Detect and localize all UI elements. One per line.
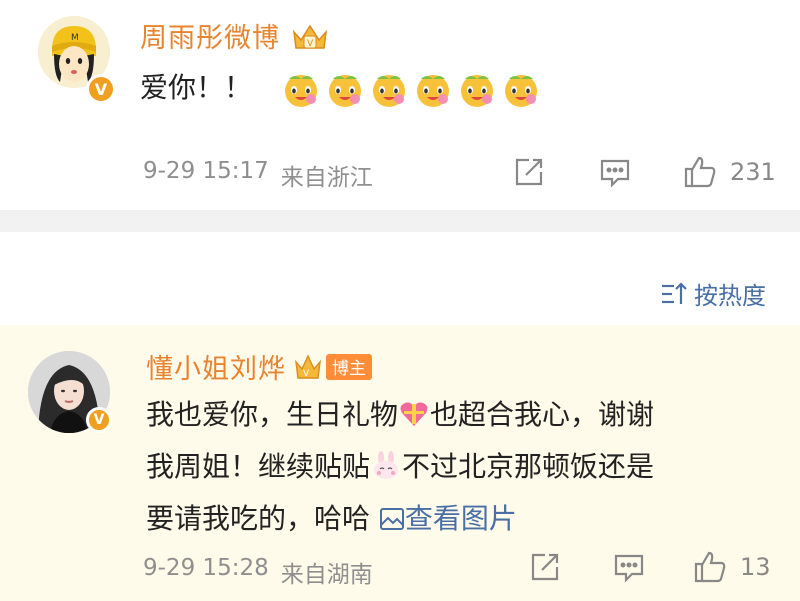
post-actions: 231	[512, 154, 776, 190]
svg-text:V: V	[303, 369, 310, 379]
reply-text-block: 我也爱你，生日礼物 也超合我心，谢谢 我周姐！继续贴贴 不过北京那顿饭还是 要请我吃…	[146, 389, 654, 545]
reply-text-segment: 也超合我心，谢谢	[430, 398, 655, 431]
post-avatar[interactable]: M V	[38, 16, 116, 104]
flower-face-emoji-icon	[416, 75, 449, 107]
reply-text-segment: 要请我吃的，哈哈	[146, 502, 371, 535]
post-like-count: 231	[730, 158, 776, 186]
flower-face-emoji-icon	[504, 75, 537, 107]
emoji-row	[281, 69, 545, 109]
reply-header: 懂小姐刘烨 V 博主	[146, 347, 372, 386]
image-icon	[379, 508, 404, 530]
post-source: 来自浙江	[280, 165, 373, 191]
crown-icon: V	[290, 20, 330, 52]
flower-face-emoji-icon	[460, 75, 493, 107]
post-header: 周雨彤微博 V	[140, 16, 330, 55]
reply-source: 来自湖南	[280, 562, 373, 588]
like-button[interactable]: 231	[682, 154, 776, 190]
comment-button[interactable]	[598, 155, 632, 189]
reply-line-1: 我也爱你，生日礼物 也超合我心，谢谢	[146, 389, 654, 441]
reply-text-segment: 我周姐！继续贴贴	[146, 450, 371, 483]
thumbs-up-icon	[684, 156, 716, 188]
reply-username[interactable]: 懂小姐刘烨	[146, 347, 286, 386]
crown-icon: V	[294, 352, 322, 382]
reply-actions: 13	[528, 549, 771, 585]
svg-text:V: V	[307, 39, 314, 49]
share-icon	[515, 158, 543, 186]
bunny-emoji-icon	[374, 451, 399, 479]
heart-gift-emoji-icon	[400, 402, 428, 426]
reply-card: V 懂小姐刘烨 V 博主 我也爱你，生日礼物 也超合我心，谢谢 我周姐！继续贴贴不…	[0, 325, 800, 601]
flower-face-emoji-icon	[328, 75, 361, 107]
sort-icon	[662, 281, 687, 304]
share-button[interactable]	[512, 155, 546, 189]
reply-text-segment: 我也爱你，生日礼物	[146, 398, 399, 431]
view-image-link[interactable]: 查看图片	[379, 502, 517, 535]
host-badge: 博主	[326, 353, 372, 380]
post-timestamp: 9-29 15:17	[143, 158, 269, 184]
post-username[interactable]: 周雨彤微博	[140, 16, 280, 55]
flower-face-emoji-icon	[284, 75, 317, 107]
post-text: 爱你！！	[140, 71, 253, 104]
flower-face-emoji-icon	[372, 75, 405, 107]
post-text-block: 爱你！！	[140, 62, 545, 114]
post-card: M V 周雨彤微博 V 爱你！！ 9-29 15:17 来自浙江 231	[0, 0, 800, 210]
reply-meta: 9-29 15:28 来自湖南	[143, 555, 373, 589]
share-icon	[531, 553, 559, 581]
like-button[interactable]: 13	[692, 549, 771, 585]
sort-by-hot-button[interactable]: 按热度	[660, 276, 766, 311]
reply-like-count: 13	[740, 553, 771, 581]
reply-line-2: 我周姐！继续贴贴 不过北京那顿饭还是	[146, 441, 654, 493]
verified-icon: V	[86, 407, 112, 433]
comment-icon	[600, 159, 630, 188]
reply-line-3: 要请我吃的，哈哈 查看图片	[146, 493, 654, 545]
comment-button[interactable]	[612, 550, 646, 584]
svg-text:M: M	[71, 33, 79, 43]
reply-avatar[interactable]: V	[28, 351, 114, 437]
share-button[interactable]	[528, 550, 562, 584]
thumbs-up-icon	[694, 551, 726, 583]
reply-text-segment: 不过北京那顿饭还是	[402, 450, 655, 483]
post-meta: 9-29 15:17 来自浙江	[143, 158, 373, 192]
view-image-label: 查看图片	[404, 502, 517, 535]
section-divider	[0, 210, 800, 232]
reply-timestamp: 9-29 15:28	[143, 555, 269, 581]
comment-icon	[614, 554, 644, 583]
verified-icon: V	[86, 74, 116, 104]
sort-label: 按热度	[694, 282, 766, 310]
